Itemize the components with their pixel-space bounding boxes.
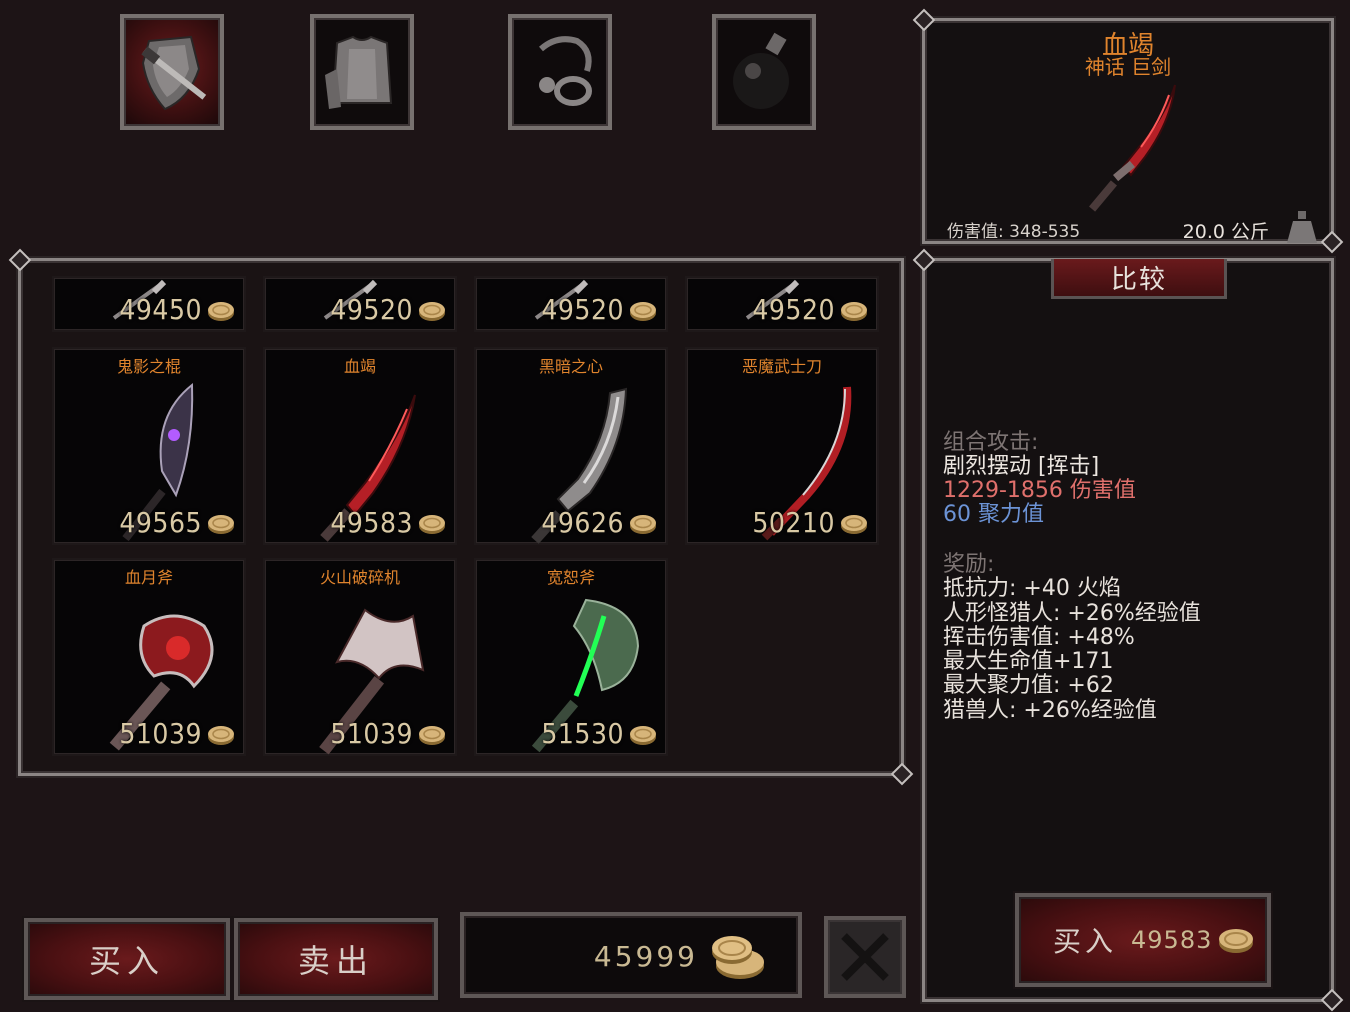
item-name: 黑暗之心 xyxy=(538,357,603,376)
item-name: 恶魔武士刀 xyxy=(741,357,822,376)
coin-icon xyxy=(208,302,234,321)
item-price: 49583 xyxy=(330,506,413,539)
item-slot[interactable]: 鬼影之棍 49565 xyxy=(52,347,246,545)
sell-tab-button[interactable]: 卖出 xyxy=(234,918,438,1000)
item-name: 鬼影之棍 xyxy=(116,357,181,376)
item-price: 51530 xyxy=(541,717,624,750)
armor-icon xyxy=(325,35,393,109)
item-slot[interactable]: 恶魔武士刀 50210 xyxy=(685,347,879,545)
item-slot[interactable]: 宽恕斧 51530 xyxy=(474,558,668,756)
item-name: 血月斧 xyxy=(124,568,173,587)
item-price: 50210 xyxy=(752,506,835,539)
tab-weapons[interactable] xyxy=(120,14,224,130)
bonus-line: 人形怪猎人: +26%经验值 xyxy=(943,600,1201,626)
tab-potions[interactable] xyxy=(712,14,816,130)
item-info-panel: 血竭 神话 巨剑 伤害值: 348-535 20.0 公斤 xyxy=(922,18,1334,244)
weight-icon xyxy=(1287,211,1317,243)
bonus-line: 抵抗力: +40 火焰 xyxy=(943,576,1121,602)
item-price: 51039 xyxy=(330,717,413,750)
weight-stat: 20.0 公斤 xyxy=(1182,221,1269,243)
ring-amulet-icon xyxy=(539,36,592,106)
bonus-line: 最大生命值+171 xyxy=(943,649,1114,675)
coin-stack-icon xyxy=(712,936,764,979)
item-type: 神话 巨剑 xyxy=(1084,55,1172,79)
item-price: 49520 xyxy=(330,293,413,326)
item-slot[interactable]: 黑暗之心 49626 xyxy=(474,347,668,545)
buy-selected-label: 买入 xyxy=(1053,925,1118,958)
compare-label: 比较 xyxy=(1110,265,1167,295)
coin-icon xyxy=(630,302,656,321)
bonus-line: 最大聚力值: +62 xyxy=(943,673,1114,699)
buy-tab-button[interactable]: 买入 xyxy=(24,918,230,1000)
bonus-line: 猎兽人: +26%经验值 xyxy=(943,697,1157,723)
item-price: 49450 xyxy=(119,293,202,326)
coin-icon xyxy=(630,515,656,534)
sword-shield-icon xyxy=(141,35,207,111)
buy-selected-price: 49583 xyxy=(1131,926,1213,954)
damage-stat: 伤害值: 348-535 xyxy=(947,222,1081,242)
item-slot[interactable]: 血竭 49583 xyxy=(263,347,457,545)
close-button[interactable] xyxy=(824,916,906,998)
coin-icon xyxy=(630,726,656,745)
bonus-line: 挥击伤害值: +48% xyxy=(943,624,1135,650)
bonus-section: 奖励: 抵抗力: +40 火焰 人形怪猎人: +26%经验值 挥击伤害值: +4… xyxy=(943,552,1201,723)
item-price: 49520 xyxy=(541,293,624,326)
gold-display: 45999 xyxy=(460,912,802,998)
coin-icon xyxy=(1219,929,1254,953)
coin-icon xyxy=(208,726,234,745)
coin-icon xyxy=(208,515,234,534)
coin-icon xyxy=(419,515,445,534)
item-slot[interactable]: 49520 xyxy=(685,276,879,332)
item-price: 49626 xyxy=(541,506,624,539)
item-price: 49565 xyxy=(119,506,202,539)
item-price: 49520 xyxy=(752,293,835,326)
buy-selected-button[interactable]: 买入 49583 xyxy=(1015,893,1271,987)
combo-heading: 组合攻击: xyxy=(943,430,1039,455)
sell-tab-label: 卖出 xyxy=(297,942,374,980)
coin-icon xyxy=(841,302,867,321)
item-details-panel: 比较 组合攻击: 剧烈摆动 [挥击] 1229-1856 伤害值 60 聚力值 … xyxy=(922,258,1334,1002)
item-slot[interactable]: 火山破碎机 51039 xyxy=(263,558,457,756)
coin-icon xyxy=(419,302,445,321)
item-slot[interactable]: 49520 xyxy=(263,276,457,332)
close-icon xyxy=(841,933,889,981)
item-slot[interactable]: 49520 xyxy=(474,276,668,332)
compare-button[interactable]: 比较 xyxy=(1051,259,1227,299)
item-price: 51039 xyxy=(119,717,202,750)
bonus-heading: 奖励: xyxy=(943,552,995,577)
combo-section: 组合攻击: 剧烈摆动 [挥击] 1229-1856 伤害值 60 聚力值 xyxy=(943,431,1136,527)
item-name: 血竭 xyxy=(343,357,376,376)
gold-amount: 45999 xyxy=(593,940,698,973)
combo-damage: 1229-1856 伤害值 xyxy=(943,478,1136,503)
combo-focus: 60 聚力值 xyxy=(943,502,1044,527)
coin-icon xyxy=(841,515,867,534)
potion-icon xyxy=(733,32,789,109)
buy-tab-label: 买入 xyxy=(88,942,165,980)
item-name: 宽恕斧 xyxy=(546,568,595,587)
item-slot[interactable]: 49450 xyxy=(52,276,246,332)
coin-icon xyxy=(419,726,445,745)
tab-accessories[interactable] xyxy=(508,14,612,130)
item-slot[interactable]: 血月斧 51039 xyxy=(52,558,246,756)
item-name: 火山破碎机 xyxy=(319,568,400,587)
combo-move: 剧烈摆动 [挥击] xyxy=(943,454,1100,479)
blood-sword-icon xyxy=(1089,84,1176,212)
tab-armor[interactable] xyxy=(310,14,414,130)
